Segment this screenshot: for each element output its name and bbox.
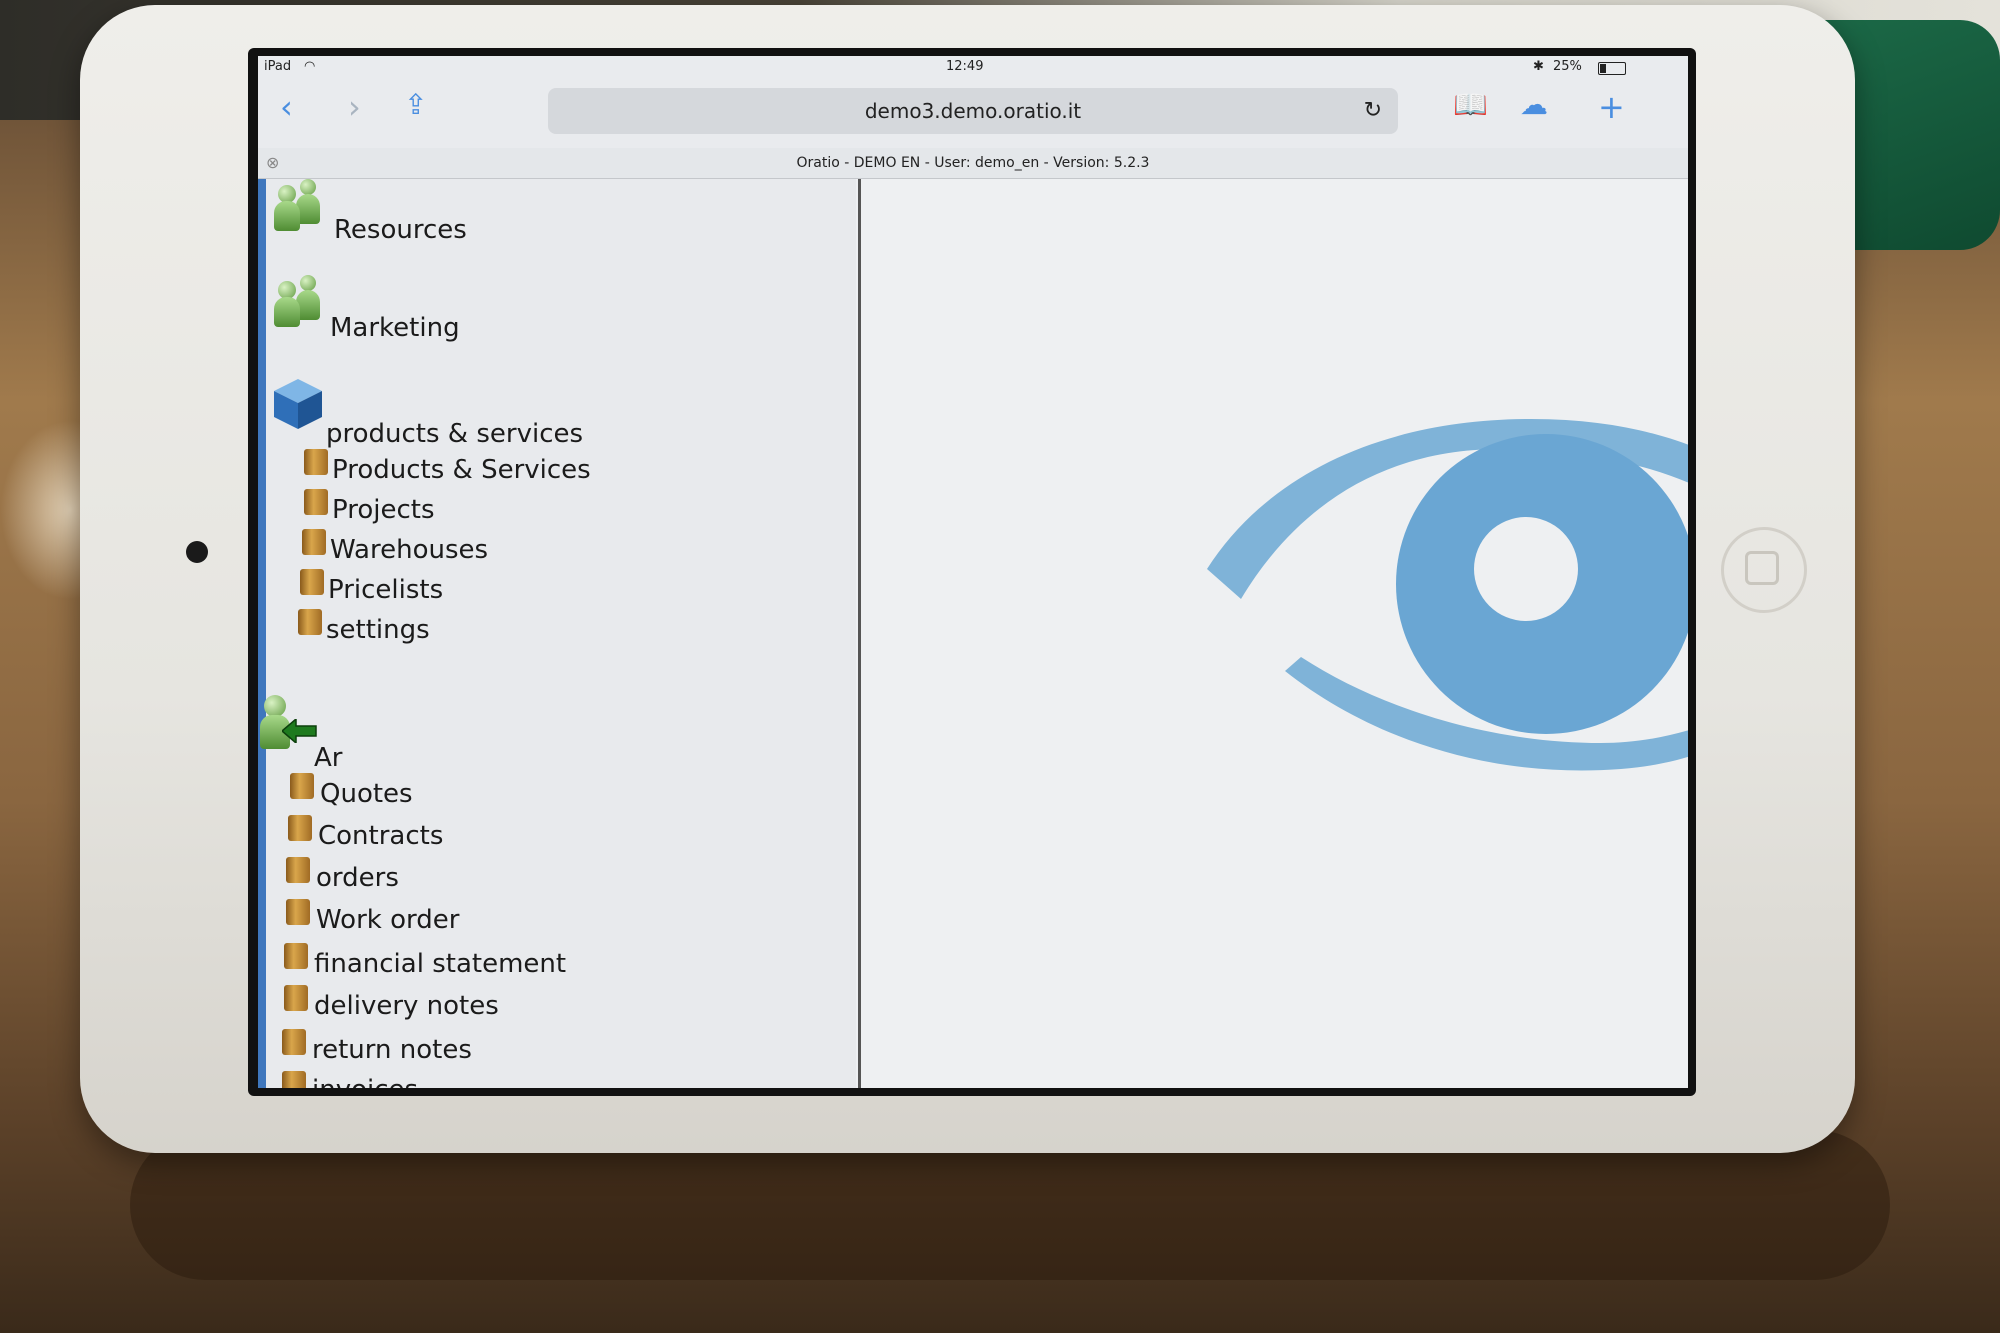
bluetooth-icon: ✱ [1533,59,1544,74]
browser-toolbar: ‹ › ⇪ demo3.demo.oratio.it ↻ 📖 ☁ + [258,78,1688,148]
folder-icon [298,609,322,635]
menu-item-financial-statement[interactable]: financial statement [314,949,566,979]
menu-item-orders[interactable]: orders [316,863,399,893]
folder-icon [286,899,310,925]
menu-group-products[interactable]: products & services [326,419,583,449]
folder-icon [302,529,326,555]
folder-icon [282,1071,306,1088]
folder-icon [304,489,328,515]
battery-percent: 25% [1553,59,1582,74]
menu-group-ar[interactable]: Ar [314,743,342,773]
page-title-bar: ⊗ Oratio - DEMO EN - User: demo_en - Ver… [258,148,1688,179]
screen: iPad ◠ 12:49 ✱ 25% ‹ › ⇪ demo3.demo.orat… [258,56,1688,1088]
address-bar[interactable]: demo3.demo.oratio.it ↻ [548,88,1398,134]
menu-item-delivery-notes[interactable]: delivery notes [314,991,499,1021]
menu-item-pricelists[interactable]: Pricelists [328,575,443,605]
wifi-icon: ◠ [304,59,316,74]
new-tab-icon[interactable]: + [1598,88,1625,126]
users-icon [272,275,330,327]
users-icon [272,179,330,231]
bookmarks-icon[interactable]: 📖 [1453,88,1488,121]
folder-icon [288,815,312,841]
folder-icon [284,985,308,1011]
menu-item-quotes[interactable]: Quotes [320,779,413,809]
icloud-tabs-icon[interactable]: ☁ [1520,88,1548,121]
url-text: demo3.demo.oratio.it [864,99,1082,123]
menu-item-warehouses[interactable]: Warehouses [330,535,488,565]
battery-icon [1598,62,1626,75]
folder-icon [304,449,328,475]
menu-group-marketing[interactable]: Marketing [330,313,460,343]
page-title: Oratio - DEMO EN - User: demo_en - Versi… [796,155,1150,171]
back-icon[interactable]: ‹ [280,88,293,126]
menu-item-settings[interactable]: settings [326,615,430,645]
reload-icon[interactable]: ↻ [1364,88,1382,134]
share-icon[interactable]: ⇪ [404,88,427,121]
menu-item-return-notes[interactable]: return notes [312,1035,472,1065]
home-button-glyph [1745,551,1779,585]
status-bar: iPad ◠ 12:49 ✱ 25% [258,56,1688,78]
oratio-eye-logo [1207,419,1688,771]
menu-item-projects[interactable]: Projects [332,495,435,525]
close-tab-icon[interactable]: ⊗ [266,148,279,178]
folder-icon [290,773,314,799]
menu-item-contracts[interactable]: Contracts [318,821,443,851]
clock: 12:49 [946,59,984,74]
content-pane [861,179,1688,1088]
menu-pane: Resources Marketing products & services … [260,179,856,1088]
device-label: iPad [264,59,292,74]
front-camera [186,541,208,563]
menu-item-work-order[interactable]: Work order [316,905,459,935]
menu-group-resources[interactable]: Resources [334,215,467,245]
menu-item-invoices[interactable]: invoices [312,1075,418,1088]
cube-icon [270,375,326,435]
folder-icon [284,943,308,969]
user-arrow-icon [260,695,318,749]
folder-icon [300,569,324,595]
folder-icon [282,1029,306,1055]
forward-icon[interactable]: › [348,88,361,126]
menu-item-products-services[interactable]: Products & Services [332,455,591,485]
sidebar-accent [258,179,266,1088]
folder-icon [286,857,310,883]
